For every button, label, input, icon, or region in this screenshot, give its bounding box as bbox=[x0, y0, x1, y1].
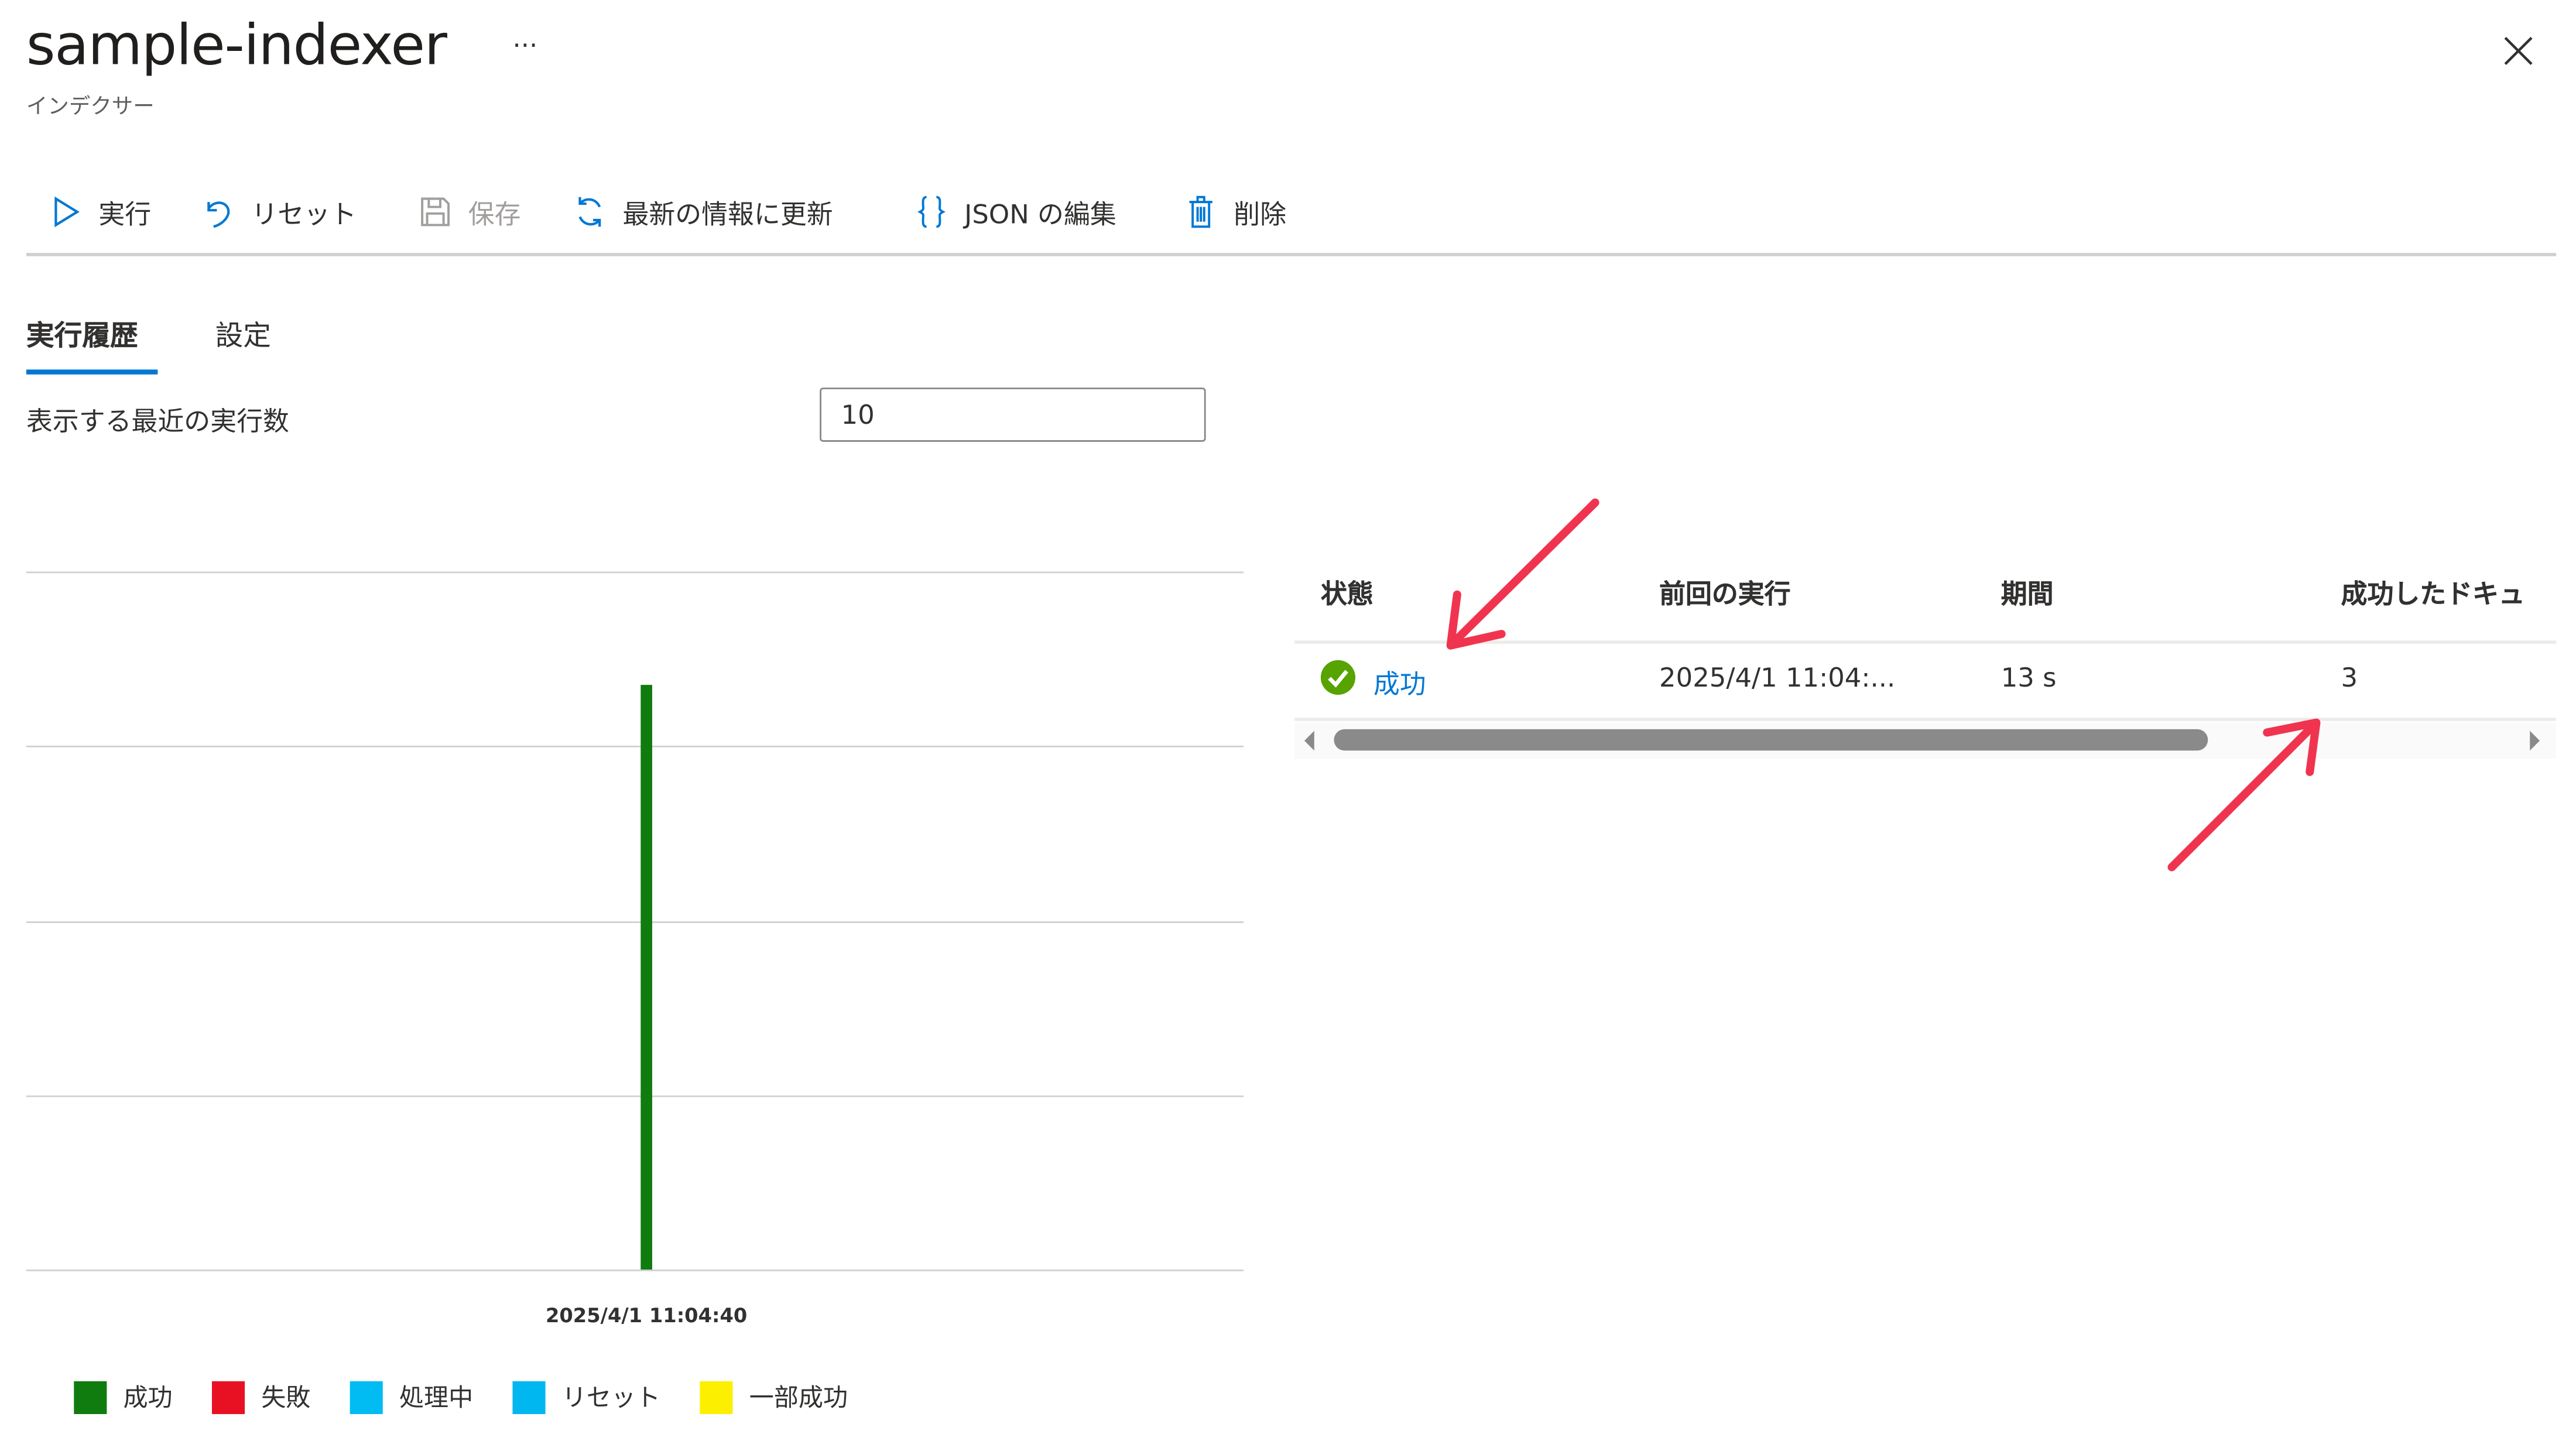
save-icon bbox=[421, 197, 450, 227]
legend-swatch bbox=[74, 1380, 107, 1414]
last-run-cell: 2025/4/1 11:04:... bbox=[1659, 661, 1896, 694]
legend-swatch bbox=[700, 1380, 733, 1414]
recent-runs-input[interactable] bbox=[820, 387, 1206, 442]
undo-icon bbox=[207, 201, 230, 228]
indexer-pane: sample-indexer ··· インデクサー 実行 リセット 保存 最新の… bbox=[0, 0, 2576, 1434]
run-label: 実行 bbox=[98, 198, 152, 230]
column-header-succeeded-docs[interactable]: 成功したドキュ bbox=[2341, 571, 2525, 610]
column-header-last-run[interactable]: 前回の実行 bbox=[1659, 571, 1791, 610]
column-header-duration[interactable]: 期間 bbox=[2001, 571, 2054, 610]
scroll-left-icon[interactable] bbox=[1301, 729, 1317, 752]
chart-legend: 成功 失敗 処理中 リセット 一部成功 bbox=[74, 1380, 868, 1414]
header-divider bbox=[1294, 640, 2557, 644]
chart-gridline bbox=[26, 1270, 1244, 1271]
delete-button[interactable]: 削除 bbox=[1184, 190, 1286, 233]
scroll-right-icon[interactable] bbox=[2527, 729, 2543, 752]
reset-label: リセット bbox=[251, 198, 357, 230]
refresh-button[interactable]: 最新の情報に更新 bbox=[573, 190, 833, 233]
more-options-button[interactable]: ··· bbox=[512, 30, 537, 61]
refresh-label: 最新の情報に更新 bbox=[622, 198, 833, 230]
braces-icon bbox=[917, 195, 946, 228]
legend-label: リセット bbox=[561, 1382, 661, 1413]
tab-execution-history[interactable]: 実行履歴 bbox=[26, 312, 138, 353]
chart-gridline bbox=[26, 1095, 1244, 1097]
refresh-icon bbox=[578, 197, 601, 227]
legend-swatch bbox=[212, 1380, 245, 1414]
legend-label: 一部成功 bbox=[749, 1382, 848, 1413]
play-icon bbox=[54, 196, 80, 228]
chart-gridline bbox=[26, 746, 1244, 748]
status-link[interactable]: 成功 bbox=[1373, 662, 1426, 701]
recent-runs-label: 表示する最近の実行数 bbox=[26, 406, 289, 437]
chart-bar[interactable] bbox=[640, 684, 652, 1270]
edit-json-button[interactable]: JSON の編集 bbox=[915, 190, 1116, 233]
save-label: 保存 bbox=[468, 198, 521, 230]
run-button[interactable]: 実行 bbox=[49, 190, 151, 233]
legend-item[interactable]: リセット bbox=[512, 1380, 661, 1414]
annotation-arrow-status bbox=[1446, 498, 1599, 650]
column-header-status[interactable]: 状態 bbox=[1321, 571, 1373, 610]
close-icon[interactable] bbox=[2497, 30, 2540, 73]
legend-item[interactable]: 失敗 bbox=[212, 1380, 310, 1414]
legend-item[interactable]: 一部成功 bbox=[700, 1380, 848, 1414]
legend-swatch bbox=[350, 1380, 383, 1414]
legend-item[interactable]: 処理中 bbox=[350, 1380, 473, 1414]
page-title: sample-indexer bbox=[26, 13, 447, 79]
edit-json-label: JSON の編集 bbox=[964, 198, 1116, 230]
succeeded-docs-cell: 3 bbox=[2341, 661, 2358, 694]
toolbar-divider bbox=[26, 253, 2557, 256]
legend-item[interactable]: 成功 bbox=[74, 1380, 173, 1414]
active-tab-indicator bbox=[26, 369, 158, 375]
delete-label: 削除 bbox=[1234, 198, 1287, 230]
row-divider bbox=[1294, 718, 2557, 721]
legend-label: 失敗 bbox=[261, 1382, 311, 1413]
trash-icon bbox=[1189, 195, 1212, 228]
save-button[interactable]: 保存 bbox=[419, 190, 521, 233]
tab-settings[interactable]: 設定 bbox=[215, 312, 271, 353]
reset-button[interactable]: リセット bbox=[202, 190, 357, 233]
legend-swatch bbox=[512, 1380, 546, 1414]
x-tick-label: 2025/4/1 11:04:40 bbox=[545, 1303, 748, 1327]
success-check-icon bbox=[1320, 660, 1356, 695]
scrollbar-thumb[interactable] bbox=[1334, 729, 2208, 751]
page-subtitle: インデクサー bbox=[26, 95, 155, 120]
chart-gridline bbox=[26, 920, 1244, 922]
chart-gridline bbox=[26, 571, 1244, 574]
annotation-arrows bbox=[1446, 498, 2321, 872]
legend-label: 成功 bbox=[123, 1382, 173, 1413]
duration-cell: 13 s bbox=[2000, 661, 2057, 694]
legend-label: 処理中 bbox=[399, 1382, 474, 1413]
